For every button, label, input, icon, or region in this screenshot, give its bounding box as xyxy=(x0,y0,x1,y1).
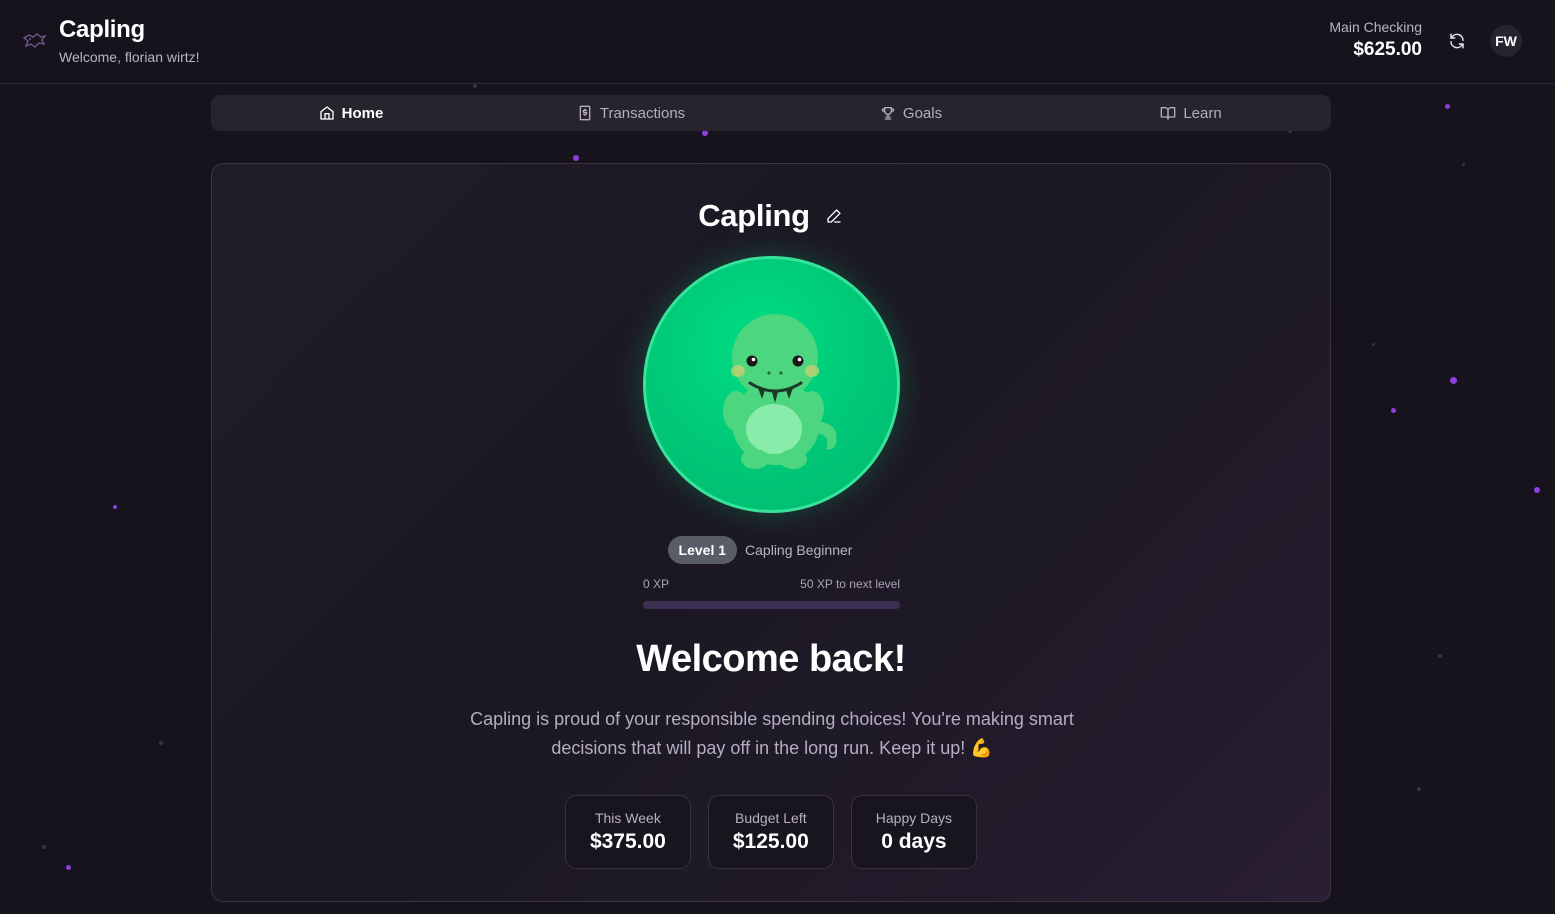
stat-value: $375.00 xyxy=(589,830,666,853)
xp-current: 0 XP xyxy=(643,577,670,591)
level-row: Level 1 Capling Beginner xyxy=(212,536,1319,564)
app-title: Capling xyxy=(59,16,145,43)
stat-value: $125.00 xyxy=(732,830,809,853)
welcome-heading: Welcome back! xyxy=(636,638,906,680)
home-icon xyxy=(319,106,334,120)
stat-label: Happy Days xyxy=(875,810,953,826)
tab-home-label: Home xyxy=(341,104,384,122)
stat-happy-days: Happy Days 0 days xyxy=(850,795,978,869)
tab-home[interactable]: Home xyxy=(211,95,491,131)
stats-row: This Week $375.00 Budget Left $125.00 Ha… xyxy=(212,795,1330,869)
xp-next-level: 50 XP to next level xyxy=(800,577,900,591)
encouragement-message: Capling is proud of your responsible spe… xyxy=(470,709,1074,758)
stat-value: 0 days xyxy=(881,830,947,853)
account-label: Main Checking xyxy=(1329,19,1422,35)
refresh-icon xyxy=(1450,33,1464,49)
tab-goals[interactable]: Goals xyxy=(771,95,1051,131)
tab-transactions-label: Transactions xyxy=(599,104,686,122)
book-icon xyxy=(1160,107,1176,120)
tab-learn-label: Learn xyxy=(1183,104,1222,122)
stat-this-week: This Week $375.00 xyxy=(564,795,691,869)
edit-name-button[interactable] xyxy=(824,206,844,226)
user-avatar[interactable]: FW xyxy=(1490,25,1522,57)
main-tabs: Home Transactions Goals Learn xyxy=(211,95,1331,131)
pet-avatar-circle[interactable] xyxy=(643,256,900,513)
dinosaur-pet-icon xyxy=(723,314,837,469)
tab-learn[interactable]: Learn xyxy=(1051,95,1331,131)
stat-label: This Week xyxy=(594,810,661,826)
xp-progress-bar xyxy=(643,601,900,609)
top-bar: Capling Welcome, florian wirtz! Main Che… xyxy=(0,0,1555,84)
pet-name: Capling xyxy=(698,198,810,233)
xp-labels: 0 XP 50 XP to next level xyxy=(643,577,900,591)
stat-budget-left: Budget Left $125.00 xyxy=(707,795,834,869)
level-badge: Level 1 xyxy=(667,536,738,564)
trophy-icon xyxy=(881,107,894,120)
level-title: Capling Beginner xyxy=(745,542,853,558)
receipt-icon xyxy=(579,105,591,121)
pencil-icon xyxy=(827,209,841,223)
tab-goals-label: Goals xyxy=(902,104,943,122)
stat-label: Budget Left xyxy=(735,810,807,826)
capling-logo-icon xyxy=(21,30,47,52)
pet-card: Capling Level 1 Capling Beginner 0 XP 50… xyxy=(211,163,1331,902)
tab-transactions[interactable]: Transactions xyxy=(491,95,771,131)
welcome-subtitle: Welcome, florian wirtz! xyxy=(59,49,200,65)
account-balance: $625.00 xyxy=(1353,39,1422,60)
pet-name-row: Capling xyxy=(212,198,1330,234)
refresh-button[interactable] xyxy=(1445,29,1469,53)
